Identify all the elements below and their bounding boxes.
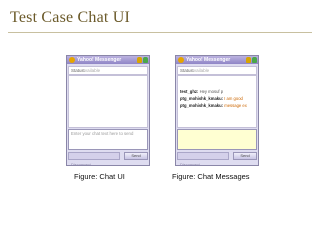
disconnect-button[interactable]: Disconnect <box>177 152 229 167</box>
message-sender: ptg_mohishk_kmaku: <box>180 96 224 101</box>
title-divider <box>8 32 312 33</box>
message-sender: test_ghz: <box>180 89 199 94</box>
messenger-logo-icon <box>178 57 184 63</box>
chat-window: Yahoo! Messenger Status: Available test_… <box>175 55 259 167</box>
status-value[interactable]: Available <box>191 67 209 74</box>
disconnect-button[interactable]: Disconnect <box>68 152 120 167</box>
figure-caption: Figure: Chat UI <box>74 172 125 181</box>
buddy-icon[interactable] <box>137 57 142 63</box>
message-text: I am good <box>224 96 243 101</box>
buddy-online-icon[interactable] <box>252 57 257 63</box>
compose-placeholder: Enter your chat text here to send <box>71 131 134 136</box>
status-value[interactable]: Available <box>82 67 100 74</box>
status-row[interactable]: Status: Available <box>177 66 257 75</box>
message-area: test_ghz: Hey mosuf p ptg_mohishk_kmaku:… <box>177 75 257 128</box>
compose-input[interactable]: Enter your chat text here to send <box>68 129 148 150</box>
disconnect-label: Disconnect <box>180 162 200 167</box>
message-line: ptg_mohishk_kmaku: message ex <box>178 102 256 109</box>
message-text: Hey mosuf p <box>199 89 224 94</box>
compose-input[interactable] <box>177 129 257 150</box>
send-button[interactable]: Send <box>233 152 257 160</box>
figure-caption: Figure: Chat Messages <box>172 172 250 181</box>
window-title: Yahoo! Messenger <box>77 57 122 63</box>
chat-window: Yahoo! Messenger Status: Available Enter… <box>66 55 150 167</box>
message-line: test_ghz: Hey mosuf p <box>178 88 256 95</box>
window-title: Yahoo! Messenger <box>186 57 231 63</box>
message-sender: ptg_mohishk_kmaku: <box>180 103 224 108</box>
window-titlebar[interactable]: Yahoo! Messenger <box>176 56 258 64</box>
bottom-bar: Disconnect Send <box>177 152 257 167</box>
disconnect-label: Disconnect <box>71 162 91 167</box>
send-button[interactable]: Send <box>124 152 148 160</box>
message-line: ptg_mohishk_kmaku: I am good <box>178 95 256 102</box>
messenger-logo-icon <box>69 57 75 63</box>
bottom-bar: Disconnect Send <box>68 152 148 167</box>
slide-title: Test Case Chat UI <box>10 9 131 26</box>
message-area <box>68 75 148 128</box>
buddy-online-icon[interactable] <box>143 57 148 63</box>
message-text: message ex <box>224 103 247 108</box>
buddy-icon[interactable] <box>246 57 251 63</box>
window-titlebar[interactable]: Yahoo! Messenger <box>67 56 149 64</box>
status-row[interactable]: Status: Available <box>68 66 148 75</box>
